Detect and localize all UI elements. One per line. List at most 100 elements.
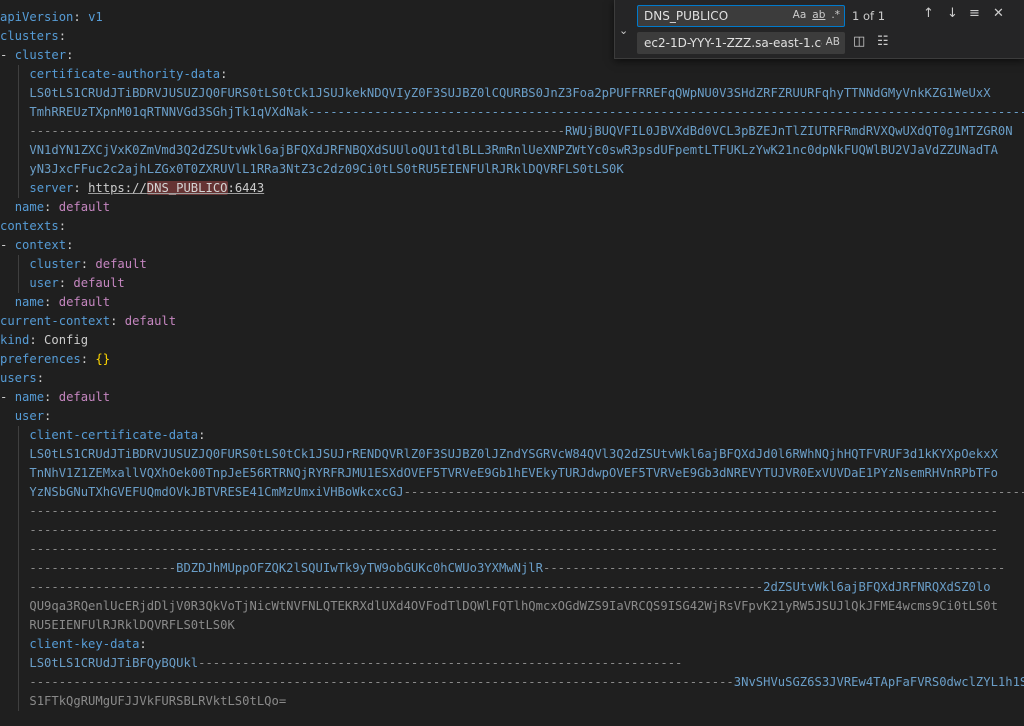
find-in-selection-button[interactable]: ≡	[969, 6, 980, 21]
code-line-37: S1FTkQgRUMgUFJJVkFURSBLRVktLS0tLQo=	[0, 692, 1024, 711]
replace-button[interactable]: ◫	[853, 34, 865, 49]
code-line-11: name: default	[14, 200, 111, 214]
dash-run: ----------------------------------------…	[29, 675, 734, 689]
yaml-key: users	[0, 371, 37, 385]
arrow-down-icon: ↓	[947, 6, 958, 21]
code-line-6: TmhRREUzTXpnM01qRTNNVGd3SGhjTk1qVXdNak--…	[0, 103, 1024, 122]
preserve-case-button[interactable]: AB	[826, 36, 840, 48]
yaml-key: apiVersion	[0, 10, 74, 24]
previous-match-button[interactable]: ↑	[923, 6, 934, 21]
yaml-key: client-certificate-data	[29, 428, 199, 442]
code-line-32: QU9qa3RQenlUcERjdDljV0R3QkVoTjNicWtNVFNL…	[0, 597, 1024, 616]
code-line-35: LS0tLS1CRUdJTiBFQyBQUkl-----------------…	[0, 654, 1024, 673]
code-line-10: server: https://DNS_PUBLICO:6443	[0, 179, 1024, 198]
base64-text: RU5EIENFUlRJRklDQVRFLS0tLS0K	[29, 618, 235, 632]
base64-text: 2dZSUtvWkl6ajBFQXdJRFNRQXdSZ0lo	[763, 580, 991, 594]
yaml-key: clusters	[0, 29, 59, 43]
find-match-highlight: DNS_PUBLICO	[146, 181, 228, 195]
toggle-replace-button[interactable]: ⌄	[615, 0, 635, 58]
code-line-21: - name: default	[0, 390, 111, 404]
dash-run: --------------------	[29, 561, 177, 575]
replace-all-button[interactable]: ☷	[877, 34, 889, 49]
base64-text: 3NvSHVuSGZ6S3JVREw4TApFaFVRS0dwclZYL1h1S…	[733, 675, 1024, 689]
code-line-19: preferences: {}	[0, 352, 111, 366]
yaml-key: kind	[0, 333, 30, 347]
code-line-14: cluster: default	[0, 255, 1024, 274]
yaml-key: certificate-authority-data	[29, 67, 221, 81]
replace-all-icon: ☷	[877, 34, 889, 49]
yaml-key: name	[14, 200, 45, 214]
code-line-18: kind: Config	[0, 333, 89, 347]
yaml-value: default	[58, 390, 111, 404]
server-url[interactable]: https://DNS_PUBLICO:6443	[88, 181, 264, 195]
yaml-key: preferences	[0, 352, 81, 366]
replace-icon: ◫	[853, 34, 866, 49]
base64-text: BDZDJhMUppOFZQK2lSQUIwTk9yTW9obGUKc0hCWU…	[176, 561, 543, 575]
base64-text: yN3JxcFFuc2c2ajhLZGx0T0ZXRUVlL1RRa3NtZ3c…	[29, 162, 624, 176]
base64-text: S1FTkQgRUMgUFJJVkFURSBLRVktLS0tLQo=	[29, 694, 287, 708]
find-replace-widget: ⌄ DNS_PUBLICO Aa ab .* 1 of 1 ↑ ↓ ≡ ✕ ec2-…	[614, 0, 1024, 59]
dash-run: ----------------------------------------…	[29, 580, 764, 594]
base64-text: VN1dYN1ZXCjVxK0ZmVmd3Q2dZSUtvWkl6ajBFQXd…	[29, 143, 998, 157]
code-editor[interactable]: apiVersion: v1 clusters: - cluster: cert…	[0, 0, 1024, 726]
base64-text: RWUjBUQVFIL0JBVXdBd0VCL3pBZEJnTlZIUTRFRm…	[565, 124, 1013, 138]
code-line-22: user:	[14, 409, 52, 423]
match-count: 1 of 1	[852, 9, 886, 23]
yaml-value: v1	[88, 10, 103, 24]
dash-run: ----------------------------------------…	[198, 656, 683, 670]
code-line-9: yN3JxcFFuc2c2ajhLZGx0T0ZXRUVlL1RRa3NtZ3c…	[0, 160, 1024, 179]
arrow-up-icon: ↑	[923, 6, 934, 21]
code-line-27: ----------------------------------------…	[0, 502, 1024, 521]
dash-run: ----------------------------------------…	[29, 124, 565, 138]
base64-text: LS0tLS1CRUdJTiBDRVJUSUZJQ0FURS0tLS0tCk1J…	[29, 86, 991, 100]
replace-input[interactable]: ec2-1D-YYY-1-ZZZ.sa-east-1.cc AB	[637, 32, 845, 54]
whole-word-button[interactable]: ab	[812, 9, 825, 21]
dash-run: ----------------------------------------…	[29, 542, 998, 556]
chevron-down-icon: ⌄	[619, 24, 629, 37]
code-line-8: VN1dYN1ZXCjVxK0ZmVmd3Q2dZSUtvWkl6ajBFQXd…	[0, 141, 1024, 160]
code-line-17: current-context: default	[0, 314, 177, 328]
code-line-25: TnNhV1Z1ZEMxallVQXhOek00TnpJeE56RTRNQjRY…	[0, 464, 1024, 483]
code-line-34: client-key-data:	[0, 635, 1024, 654]
code-line-24: LS0tLS1CRUdJTiBDRVJUSUZJQ0FURS0tLS0tCk1J…	[0, 445, 1024, 464]
find-input-value: DNS_PUBLICO	[644, 9, 729, 23]
yaml-value: {}	[95, 352, 111, 366]
code-line-28: ----------------------------------------…	[0, 521, 1024, 540]
yaml-value: Config	[44, 333, 89, 347]
yaml-key: cluster	[14, 48, 67, 62]
yaml-key: server	[29, 181, 74, 195]
code-line-26: YzNSbGNuTXhGVEFUQmdOVkJBTVRESE41CmMzUmxi…	[0, 483, 1024, 502]
yaml-value: default	[73, 276, 125, 290]
dash-run: ----------------------------------------…	[29, 523, 998, 537]
code-line-16: name: default	[14, 295, 111, 309]
code-line-12: contexts:	[0, 219, 67, 233]
code-line-29: ----------------------------------------…	[0, 540, 1024, 559]
dash-run: ----------------------------------------…	[542, 561, 1006, 575]
yaml-value: default	[95, 257, 147, 271]
yaml-value: default	[124, 314, 177, 328]
next-match-button[interactable]: ↓	[947, 6, 958, 21]
yaml-key: user	[14, 409, 45, 423]
base64-text: YzNSbGNuTXhGVEFUQmdOVkJBTVRESE41CmMzUmxi…	[29, 485, 404, 499]
replace-input-value: ec2-1D-YYY-1-ZZZ.sa-east-1.cc	[644, 36, 822, 50]
match-case-button[interactable]: Aa	[793, 9, 807, 21]
find-input[interactable]: DNS_PUBLICO Aa ab .*	[637, 5, 845, 27]
close-find-button[interactable]: ✕	[993, 6, 1004, 21]
yaml-key: contexts	[0, 219, 59, 233]
find-in-selection-icon: ≡	[969, 6, 980, 21]
code-line-13: - context:	[0, 238, 74, 252]
code-line-33: RU5EIENFUlRJRklDQVRFLS0tLS0K	[0, 616, 1024, 635]
code-line-30: --------------------BDZDJhMUppOFZQK2lSQU…	[0, 559, 1024, 578]
close-icon: ✕	[993, 6, 1004, 21]
yaml-key: client-key-data	[29, 637, 140, 651]
yaml-key: current-context	[0, 314, 111, 328]
yaml-key: name	[14, 295, 45, 309]
dash-run: ----------------------------------------…	[403, 485, 1024, 499]
code-line-36: ----------------------------------------…	[0, 673, 1024, 692]
yaml-value: default	[58, 200, 111, 214]
code-line-4: certificate-authority-data:	[0, 65, 1024, 84]
regex-button[interactable]: .*	[831, 9, 840, 21]
yaml-value: default	[58, 295, 111, 309]
code-line-15: user: default	[0, 274, 1024, 293]
code-line-7: ----------------------------------------…	[0, 122, 1024, 141]
